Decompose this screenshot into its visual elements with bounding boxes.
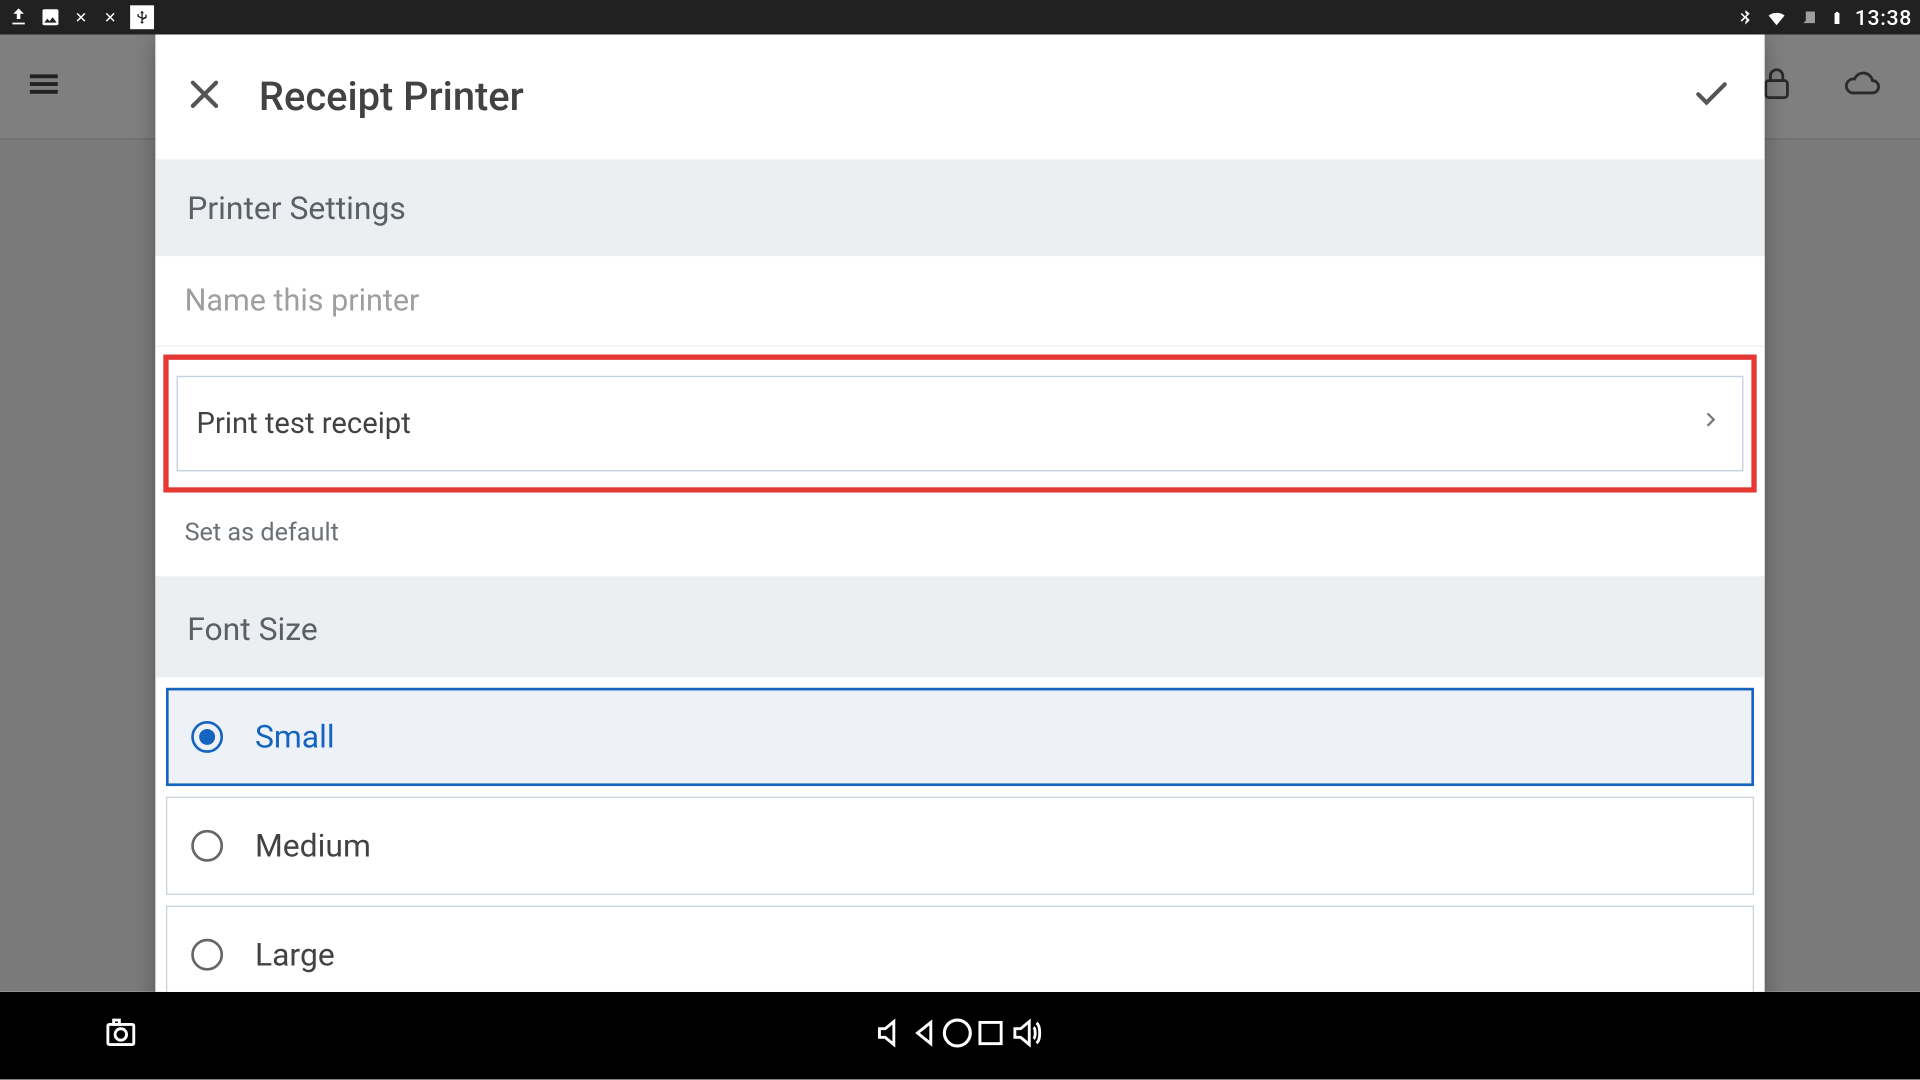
no-sim-icon — [1799, 7, 1819, 28]
upload-icon — [8, 7, 29, 28]
section-header-printer-settings: Printer Settings — [155, 161, 1764, 257]
font-option-medium[interactable]: Medium — [166, 797, 1754, 895]
receipt-printer-dialog: Receipt Printer Printer Settings Name th… — [155, 35, 1764, 992]
battery-icon — [1830, 6, 1845, 29]
status-clock: 13:38 — [1855, 5, 1912, 30]
dialog-title: Receipt Printer — [259, 74, 524, 120]
section-header-font-size: Font Size — [155, 576, 1764, 677]
radio-checked-icon — [191, 721, 223, 753]
set-as-default-row[interactable]: Set as default — [155, 493, 1764, 577]
android-nav-bar — [0, 992, 1920, 1080]
bluetooth-connected-icon-2 — [101, 8, 120, 27]
usb-icon — [130, 5, 154, 29]
volume-down-icon[interactable] — [874, 1016, 909, 1056]
printer-name-placeholder: Name this printer — [185, 283, 420, 319]
set-as-default-label: Set as default — [185, 517, 339, 548]
font-small-label: Small — [255, 718, 335, 755]
radio-unchecked-icon — [191, 830, 223, 862]
print-test-highlight: Print test receipt — [163, 355, 1756, 493]
back-icon[interactable] — [908, 1016, 940, 1056]
font-option-small[interactable]: Small — [166, 688, 1754, 786]
home-icon[interactable] — [940, 1016, 975, 1056]
camera-icon[interactable] — [101, 1016, 141, 1056]
confirm-checkmark-icon[interactable] — [1688, 74, 1736, 119]
font-medium-label: Medium — [255, 827, 371, 864]
volume-up-icon[interactable] — [1006, 1016, 1046, 1056]
bluetooth-connected-icon-1 — [72, 8, 91, 27]
font-large-label: Large — [255, 936, 335, 973]
image-icon — [40, 7, 61, 28]
printer-name-input[interactable]: Name this printer — [155, 256, 1764, 346]
recent-apps-icon[interactable] — [975, 1017, 1007, 1054]
print-test-label: Print test receipt — [197, 407, 411, 440]
radio-unchecked-icon — [191, 939, 223, 971]
bluetooth-icon — [1737, 7, 1754, 28]
close-icon[interactable] — [185, 74, 225, 119]
android-status-bar: 13:38 — [0, 0, 1920, 35]
print-test-receipt-row[interactable]: Print test receipt — [177, 376, 1744, 472]
font-option-large[interactable]: Large — [166, 906, 1754, 992]
chevron-right-icon — [1700, 406, 1721, 441]
wifi-icon — [1765, 7, 1789, 28]
